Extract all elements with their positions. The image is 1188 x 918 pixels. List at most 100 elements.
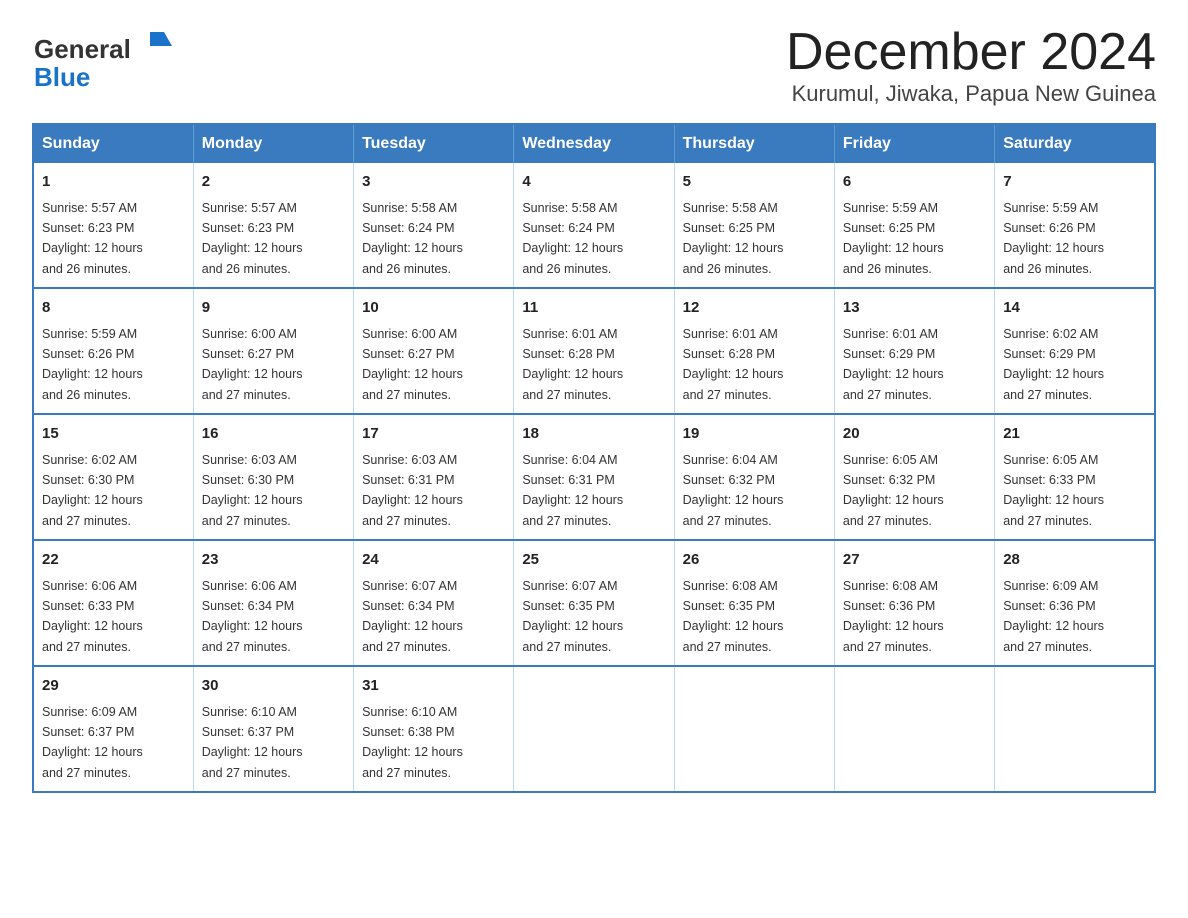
calendar-subtitle: Kurumul, Jiwaka, Papua New Guinea <box>786 81 1156 107</box>
table-row: 4 Sunrise: 5:58 AMSunset: 6:24 PMDaylight… <box>514 163 674 288</box>
table-row: 28 Sunrise: 6:09 AMSunset: 6:36 PMDayligh… <box>995 540 1155 666</box>
day-info: Sunrise: 6:07 AMSunset: 6:35 PMDaylight:… <box>522 579 623 654</box>
day-info: Sunrise: 6:02 AMSunset: 6:30 PMDaylight:… <box>42 453 143 528</box>
day-number: 12 <box>683 297 826 320</box>
table-row: 16Sunrise: 6:03 AMSunset: 6:30 PMDayligh… <box>193 414 353 540</box>
page-header: General Blue December 2024 Kurumul, Jiwa… <box>32 24 1156 107</box>
day-info: Sunrise: 6:01 AMSunset: 6:28 PMDaylight:… <box>522 327 623 402</box>
table-row: 14 Sunrise: 6:02 AMSunset: 6:29 PMDayligh… <box>995 288 1155 414</box>
table-row <box>514 666 674 792</box>
table-row: 6Sunrise: 5:59 AMSunset: 6:25 PMDaylight… <box>834 163 994 288</box>
table-row: 17 Sunrise: 6:03 AMSunset: 6:31 PMDayligh… <box>354 414 514 540</box>
table-row: 22 Sunrise: 6:06 AMSunset: 6:33 PMDayligh… <box>33 540 193 666</box>
day-info: Sunrise: 6:00 AMSunset: 6:27 PMDaylight:… <box>202 327 303 402</box>
day-info: Sunrise: 6:07 AMSunset: 6:34 PMDaylight:… <box>362 579 463 654</box>
day-number: 20 <box>843 423 986 446</box>
table-row: 7 Sunrise: 5:59 AMSunset: 6:26 PMDaylight… <box>995 163 1155 288</box>
day-info: Sunrise: 5:58 AMSunset: 6:24 PMDaylight:… <box>362 201 463 276</box>
day-number: 2 <box>202 171 345 194</box>
day-info: Sunrise: 6:01 AMSunset: 6:28 PMDaylight:… <box>683 327 784 402</box>
col-thursday: Thursday <box>674 124 834 163</box>
day-number: 25 <box>522 549 665 572</box>
table-row: 19 Sunrise: 6:04 AMSunset: 6:32 PMDayligh… <box>674 414 834 540</box>
table-row: 18 Sunrise: 6:04 AMSunset: 6:31 PMDayligh… <box>514 414 674 540</box>
svg-text:Blue: Blue <box>34 62 90 92</box>
col-tuesday: Tuesday <box>354 124 514 163</box>
day-number: 11 <box>522 297 665 320</box>
day-number: 14 <box>1003 297 1146 320</box>
day-number: 27 <box>843 549 986 572</box>
day-info: Sunrise: 6:01 AMSunset: 6:29 PMDaylight:… <box>843 327 944 402</box>
day-number: 6 <box>843 171 986 194</box>
day-number: 1 <box>42 171 185 194</box>
table-row: 31 Sunrise: 6:10 AMSunset: 6:38 PMDayligh… <box>354 666 514 792</box>
day-info: Sunrise: 5:57 AMSunset: 6:23 PMDaylight:… <box>42 201 143 276</box>
table-row: 27 Sunrise: 6:08 AMSunset: 6:36 PMDayligh… <box>834 540 994 666</box>
day-number: 30 <box>202 675 345 698</box>
day-number: 22 <box>42 549 185 572</box>
day-info: Sunrise: 6:08 AMSunset: 6:36 PMDaylight:… <box>843 579 944 654</box>
day-info: Sunrise: 6:05 AMSunset: 6:33 PMDaylight:… <box>1003 453 1104 528</box>
day-number: 31 <box>362 675 505 698</box>
day-info: Sunrise: 6:08 AMSunset: 6:35 PMDaylight:… <box>683 579 784 654</box>
table-row: 23Sunrise: 6:06 AMSunset: 6:34 PMDayligh… <box>193 540 353 666</box>
day-number: 10 <box>362 297 505 320</box>
table-row: 2 Sunrise: 5:57 AMSunset: 6:23 PMDaylight… <box>193 163 353 288</box>
table-row <box>995 666 1155 792</box>
day-number: 19 <box>683 423 826 446</box>
day-number: 5 <box>683 171 826 194</box>
day-number: 18 <box>522 423 665 446</box>
table-row: 5Sunrise: 5:58 AMSunset: 6:25 PMDaylight… <box>674 163 834 288</box>
day-info: Sunrise: 5:59 AMSunset: 6:26 PMDaylight:… <box>42 327 143 402</box>
table-row: 25 Sunrise: 6:07 AMSunset: 6:35 PMDayligh… <box>514 540 674 666</box>
table-row: 13 Sunrise: 6:01 AMSunset: 6:29 PMDayligh… <box>834 288 994 414</box>
day-info: Sunrise: 5:58 AMSunset: 6:24 PMDaylight:… <box>522 201 623 276</box>
day-info: Sunrise: 6:05 AMSunset: 6:32 PMDaylight:… <box>843 453 944 528</box>
table-row: 3 Sunrise: 5:58 AMSunset: 6:24 PMDaylight… <box>354 163 514 288</box>
table-row: 29 Sunrise: 6:09 AMSunset: 6:37 PMDayligh… <box>33 666 193 792</box>
calendar-week-row: 29 Sunrise: 6:09 AMSunset: 6:37 PMDayligh… <box>33 666 1155 792</box>
table-row: 12 Sunrise: 6:01 AMSunset: 6:28 PMDayligh… <box>674 288 834 414</box>
day-number: 13 <box>843 297 986 320</box>
title-block: December 2024 Kurumul, Jiwaka, Papua New… <box>786 24 1156 107</box>
logo: General Blue <box>32 24 172 96</box>
day-number: 15 <box>42 423 185 446</box>
calendar-week-row: 22 Sunrise: 6:06 AMSunset: 6:33 PMDayligh… <box>33 540 1155 666</box>
table-row: 24Sunrise: 6:07 AMSunset: 6:34 PMDayligh… <box>354 540 514 666</box>
day-number: 3 <box>362 171 505 194</box>
table-row: 15 Sunrise: 6:02 AMSunset: 6:30 PMDayligh… <box>33 414 193 540</box>
calendar-header-row: Sunday Monday Tuesday Wednesday Thursday… <box>33 124 1155 163</box>
day-number: 29 <box>42 675 185 698</box>
calendar-week-row: 8Sunrise: 5:59 AMSunset: 6:26 PMDaylight… <box>33 288 1155 414</box>
day-number: 7 <box>1003 171 1146 194</box>
day-info: Sunrise: 6:09 AMSunset: 6:36 PMDaylight:… <box>1003 579 1104 654</box>
day-info: Sunrise: 5:59 AMSunset: 6:26 PMDaylight:… <box>1003 201 1104 276</box>
col-wednesday: Wednesday <box>514 124 674 163</box>
calendar-week-row: 1 Sunrise: 5:57 AMSunset: 6:23 PMDaylight… <box>33 163 1155 288</box>
day-number: 9 <box>202 297 345 320</box>
day-info: Sunrise: 6:09 AMSunset: 6:37 PMDaylight:… <box>42 705 143 780</box>
table-row: 8Sunrise: 5:59 AMSunset: 6:26 PMDaylight… <box>33 288 193 414</box>
day-info: Sunrise: 6:02 AMSunset: 6:29 PMDaylight:… <box>1003 327 1104 402</box>
day-number: 23 <box>202 549 345 572</box>
day-info: Sunrise: 6:06 AMSunset: 6:33 PMDaylight:… <box>42 579 143 654</box>
day-info: Sunrise: 6:03 AMSunset: 6:31 PMDaylight:… <box>362 453 463 528</box>
calendar-title: December 2024 <box>786 24 1156 81</box>
day-number: 26 <box>683 549 826 572</box>
svg-text:General: General <box>34 34 131 64</box>
day-info: Sunrise: 5:57 AMSunset: 6:23 PMDaylight:… <box>202 201 303 276</box>
day-number: 17 <box>362 423 505 446</box>
day-number: 28 <box>1003 549 1146 572</box>
day-number: 4 <box>522 171 665 194</box>
table-row: 1 Sunrise: 5:57 AMSunset: 6:23 PMDaylight… <box>33 163 193 288</box>
day-info: Sunrise: 6:10 AMSunset: 6:38 PMDaylight:… <box>362 705 463 780</box>
day-info: Sunrise: 6:10 AMSunset: 6:37 PMDaylight:… <box>202 705 303 780</box>
calendar-week-row: 15 Sunrise: 6:02 AMSunset: 6:30 PMDayligh… <box>33 414 1155 540</box>
table-row: 10Sunrise: 6:00 AMSunset: 6:27 PMDayligh… <box>354 288 514 414</box>
day-info: Sunrise: 6:03 AMSunset: 6:30 PMDaylight:… <box>202 453 303 528</box>
table-row: 21Sunrise: 6:05 AMSunset: 6:33 PMDayligh… <box>995 414 1155 540</box>
table-row: 9 Sunrise: 6:00 AMSunset: 6:27 PMDaylight… <box>193 288 353 414</box>
day-info: Sunrise: 6:04 AMSunset: 6:32 PMDaylight:… <box>683 453 784 528</box>
day-info: Sunrise: 6:04 AMSunset: 6:31 PMDaylight:… <box>522 453 623 528</box>
table-row <box>834 666 994 792</box>
